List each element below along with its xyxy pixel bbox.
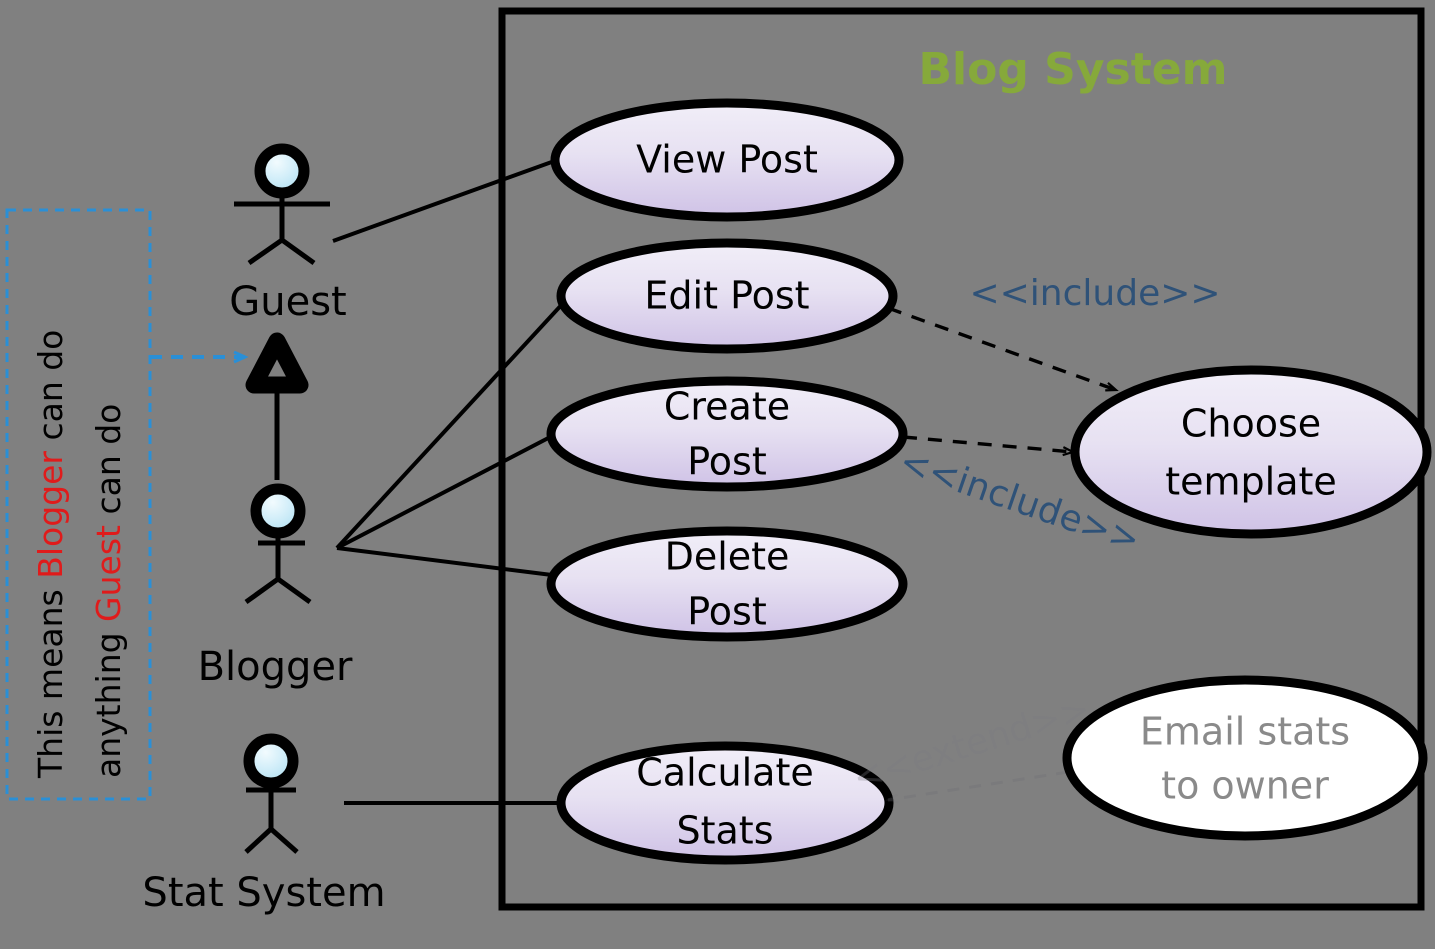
use-case-label-line1: Email stats [1140, 710, 1350, 754]
system-title: Blog System [919, 44, 1228, 95]
actor-leg-left-line [247, 237, 284, 266]
actor-label-stat-system: Stat System [142, 870, 385, 916]
note-line-1-part-1: This means [31, 579, 70, 779]
actor-leg-left-line [244, 576, 280, 605]
actor-leg-right-line [276, 576, 312, 605]
use-case-diagram-canvas: Blog System View Post Edit Post Create P… [0, 0, 1435, 949]
actor-label-guest: Guest [229, 279, 346, 325]
association-guest-view-post [332, 157, 561, 243]
actor-leg-left-line [244, 827, 273, 854]
use-case-label-line2: Post [687, 590, 767, 634]
use-case-ellipse[interactable] [1062, 675, 1428, 841]
association-blogger-edit-post [335, 285, 580, 550]
diagram-svg: Blog System View Post Edit Post Create P… [5, 7, 1432, 916]
note-line-2-part-1: anything [89, 622, 128, 778]
note-line-2-part-3: can do [89, 404, 128, 525]
actor-head-icon [254, 143, 310, 199]
association-lines [332, 157, 580, 805]
use-case-ellipse[interactable] [1070, 365, 1432, 539]
use-case-label-line1: Calculate [636, 751, 813, 795]
note-line-1: This means Blogger can do [31, 330, 70, 779]
use-case-label-line2: Stats [676, 809, 773, 853]
extend-stereotype-label: <<extend>> [848, 689, 1095, 800]
use-case-calculate-stats[interactable]: Calculate Stats [556, 741, 894, 865]
use-case-edit-post[interactable]: Edit Post [556, 238, 898, 354]
actor-guest[interactable]: Guest [229, 143, 347, 325]
actor-blogger[interactable]: Blogger [198, 483, 353, 690]
use-case-delete-post[interactable]: Delete Post [546, 526, 908, 642]
note-box [5, 208, 152, 801]
include-stereotype-label-edit: <<include>> [969, 273, 1220, 314]
use-case-view-post[interactable]: View Post [550, 98, 904, 222]
note-line-2: anything Guest can do [89, 404, 128, 778]
use-case-create-post[interactable]: Create Post [546, 376, 908, 492]
use-case-label-line1: Choose [1181, 402, 1321, 446]
association-blogger-delete-post [336, 546, 561, 578]
actor-head-icon [243, 733, 299, 789]
use-case-label-line1: Delete [665, 535, 790, 579]
extend-relationship: <<extend>> [848, 689, 1095, 800]
note-line-2-part-2: Guest [89, 525, 128, 622]
generalization-triangle-icon [245, 332, 309, 394]
use-case-email-stats-to-owner[interactable]: Email stats to owner [1062, 675, 1428, 841]
actor-head-icon [250, 483, 306, 539]
use-case-label: Edit Post [644, 274, 809, 318]
note-line-1-part-3: can do [31, 330, 70, 451]
actor-leg-right-line [280, 237, 316, 266]
use-case-choose-template[interactable]: Choose template [1070, 365, 1432, 539]
include-line-edit-post [887, 306, 1116, 392]
actor-label-blogger: Blogger [198, 644, 353, 690]
use-case-label-line2: Post [687, 440, 767, 484]
use-case-label-line2: to owner [1161, 764, 1329, 808]
note-line-1-part-2: Blogger [31, 451, 70, 579]
association-blogger-create-post [336, 432, 557, 550]
use-case-label: View Post [636, 138, 818, 182]
generalization-blogger-to-guest [245, 332, 309, 480]
use-case-label-line1: Create [664, 385, 790, 429]
generalization-note[interactable]: This means Blogger can do anything Guest… [5, 208, 245, 801]
actor-stat-system[interactable]: Stat System [142, 733, 386, 916]
use-case-label-line2: template [1165, 460, 1337, 504]
actor-leg-right-line [269, 827, 299, 854]
